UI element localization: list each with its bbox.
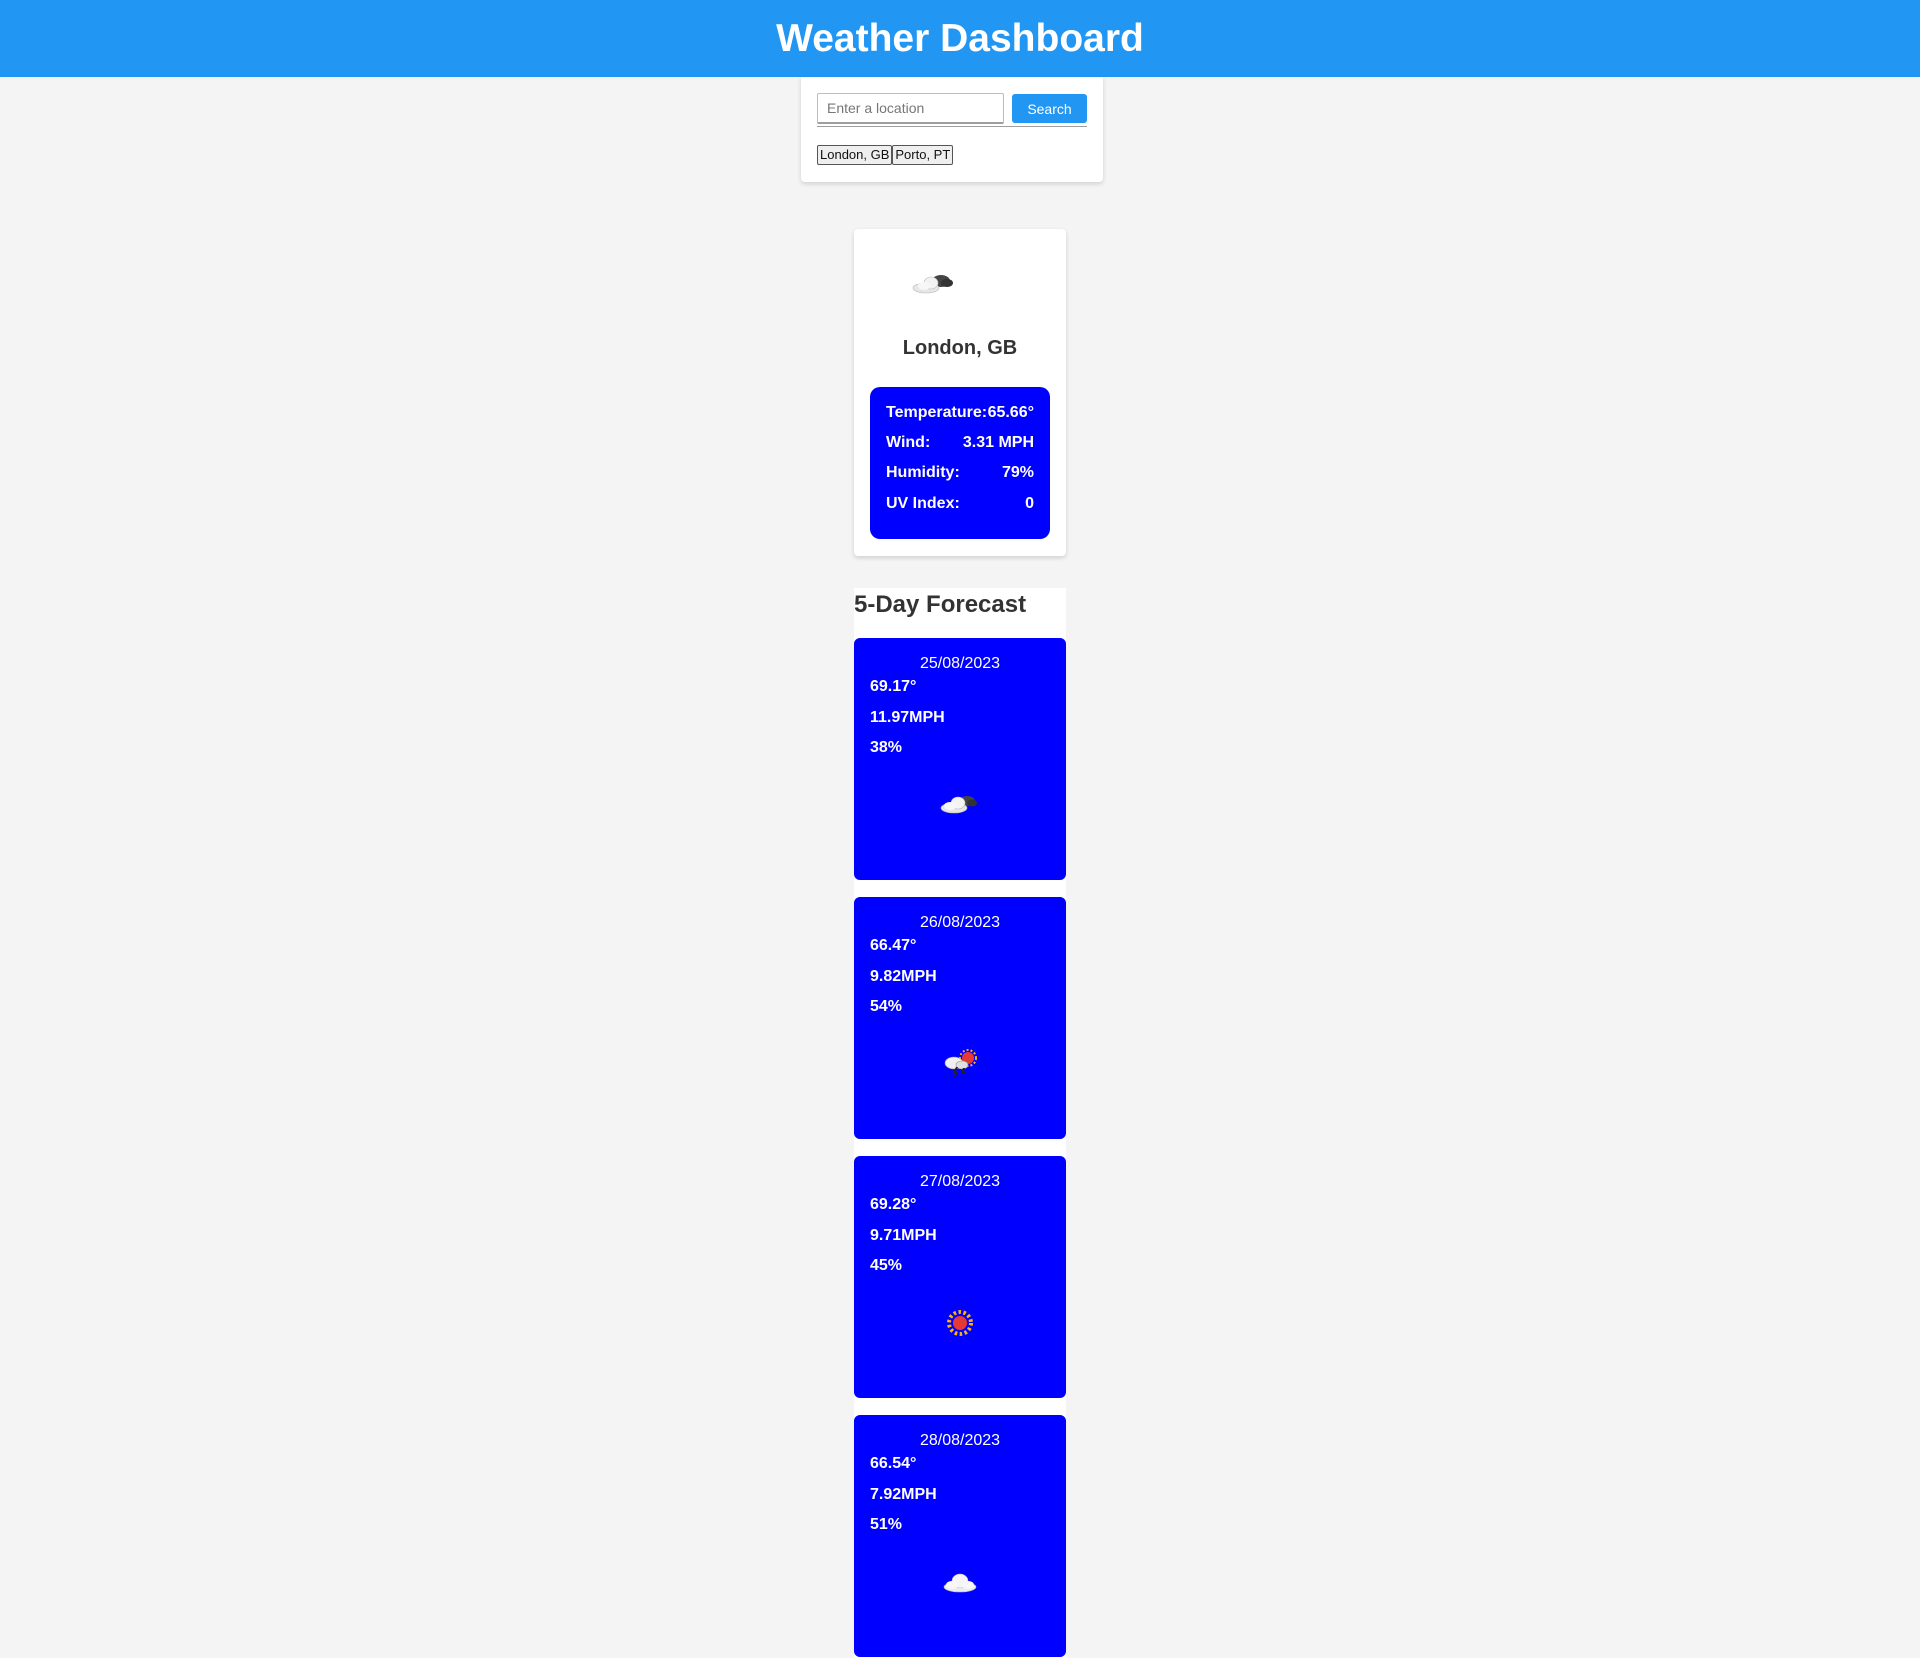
forecast-wind: 9.71MPH	[870, 1227, 937, 1244]
cloud-icon	[938, 1565, 982, 1599]
stat-label: Humidity:	[886, 464, 960, 481]
forecast-title: 5-Day Forecast	[854, 591, 1027, 618]
app-header: Weather Dashboard	[0, 0, 1920, 77]
stat-wind: Wind: 3.31 MPH	[886, 434, 1034, 452]
forecast-date: 26/08/2023	[919, 914, 1001, 931]
forecast-temp: 69.28°	[870, 1196, 917, 1213]
stat-label: UV Index:	[886, 495, 960, 512]
forecast-temp: 69.17°	[870, 678, 917, 695]
forecast-humidity: 45%	[870, 1257, 903, 1274]
current-city-name: London, GB	[902, 337, 1018, 359]
stat-humidity: Humidity: 79%	[886, 464, 1034, 482]
search-input[interactable]	[817, 93, 1004, 124]
forecast-section: 5-Day Forecast 25/08/2023 69.17° 11.97MP…	[854, 588, 1066, 1658]
forecast-date: 27/08/2023	[919, 1173, 1001, 1190]
search-button[interactable]: Search	[1012, 94, 1087, 123]
forecast-humidity: 38%	[870, 739, 903, 756]
stat-value: 65.66°	[987, 404, 1034, 421]
forecast-card: 27/08/2023 69.28° 9.71MPH 45%	[854, 1156, 1066, 1398]
forecast-date: 28/08/2023	[919, 1432, 1001, 1449]
forecast-card: 28/08/2023 66.54° 7.92MPH 51%	[854, 1415, 1066, 1657]
thunderstorm-sun-icon	[938, 1047, 982, 1081]
forecast-wind: 11.97MPH	[870, 709, 945, 726]
stat-uv-index: UV Index: 0	[886, 495, 1034, 513]
forecast-date: 25/08/2023	[919, 655, 1001, 672]
forecast-temp: 66.54°	[870, 1455, 917, 1472]
search-history: London, GB Porto, PT	[817, 145, 954, 165]
current-weather-card: London, GB Temperature: 65.66° Wind: 3.3…	[854, 229, 1066, 556]
forecast-temp: 66.47°	[870, 937, 917, 954]
stat-value: 3.31 MPH	[962, 434, 1034, 451]
stat-temperature: Temperature: 65.66°	[886, 404, 1034, 422]
forecast-wind: 9.82MPH	[870, 968, 937, 985]
stat-label: Temperature:	[886, 404, 988, 421]
forecast-humidity: 54%	[870, 998, 903, 1015]
forecast-humidity: 51%	[870, 1516, 903, 1533]
forecast-card: 25/08/2023 69.17° 11.97MPH 38%	[854, 638, 1066, 880]
history-button-porto[interactable]: Porto, PT	[892, 145, 954, 165]
history-button-london[interactable]: London, GB	[817, 145, 893, 165]
partly-cloudy-icon	[938, 788, 982, 822]
forecast-card: 26/08/2023 66.47° 9.82MPH 54%	[854, 897, 1066, 1139]
stat-label: Wind:	[886, 434, 931, 451]
page-title: Weather Dashboard	[776, 16, 1144, 60]
stat-value: 0	[1025, 495, 1034, 512]
search-divider	[817, 126, 1087, 127]
partly-cloudy-icon	[910, 267, 960, 301]
current-stats-box: Temperature: 65.66° Wind: 3.31 MPH Humid…	[870, 387, 1050, 539]
forecast-wind: 7.92MPH	[870, 1486, 937, 1503]
search-panel: Search London, GB Porto, PT	[801, 77, 1103, 182]
sun-icon	[938, 1306, 982, 1340]
stat-value: 79%	[1001, 464, 1034, 481]
